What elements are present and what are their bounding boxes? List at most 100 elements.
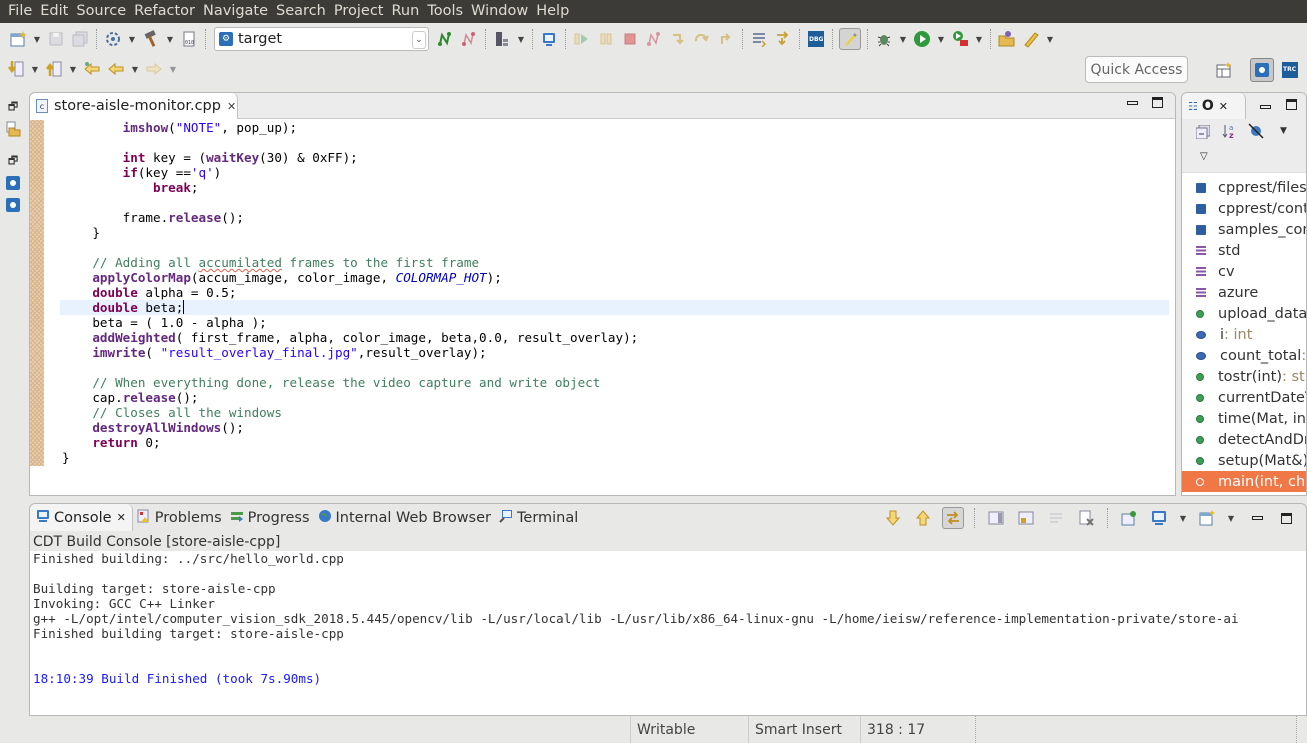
filter-dropdown-icon[interactable]: ▽ (1200, 151, 1208, 162)
external-tools-icon[interactable] (950, 29, 970, 49)
close-icon[interactable]: ✕ (227, 100, 236, 113)
code-area[interactable]: imshow("NOTE", pop_up); int key = (waitK… (60, 120, 1169, 465)
menu-search[interactable]: Search (272, 0, 330, 23)
menu-source[interactable]: Source (72, 0, 130, 23)
build-config-dropdown-icon[interactable]: ▼ (127, 35, 137, 44)
pin-icon[interactable] (1118, 508, 1140, 528)
maximize-icon[interactable] (1281, 512, 1292, 524)
pin-console-icon[interactable] (1015, 508, 1037, 528)
minimize-icon[interactable] (1127, 101, 1138, 105)
debug-dropdown-icon[interactable]: ▼ (898, 35, 908, 44)
outline-item[interactable]: std (1182, 240, 1306, 261)
display-console-dropdown-icon[interactable]: ▼ (1178, 514, 1188, 523)
forward-dropdown-icon[interactable]: ▼ (168, 65, 178, 74)
clear-console-icon[interactable] (1075, 508, 1097, 528)
resume-icon[interactable] (572, 29, 592, 49)
close-icon[interactable]: ✕ (1219, 100, 1228, 113)
console-tab-problems[interactable]: Problems (133, 504, 226, 531)
monitor-icon[interactable] (539, 29, 559, 49)
next-message-icon[interactable] (882, 508, 904, 528)
console-output[interactable]: Finished building: ../src/hello_world.cp… (30, 551, 1306, 715)
last-edit-location-icon[interactable] (82, 59, 102, 79)
outline-item[interactable]: azure (1182, 282, 1306, 303)
launch-target-combo[interactable]: ⚙ target ⌄ (214, 27, 429, 51)
menu-run[interactable]: Run (388, 0, 424, 23)
maximize-icon[interactable] (1152, 97, 1163, 108)
minimize-icon[interactable] (1260, 105, 1271, 109)
disconnect-debug-icon[interactable] (644, 29, 664, 49)
step-filter-icon[interactable] (773, 29, 793, 49)
outline-item[interactable]: cv (1182, 261, 1306, 282)
outline-item[interactable]: cpprest/cont (1182, 198, 1306, 219)
new-dropdown-icon[interactable]: ▼ (32, 35, 42, 44)
cpp-view-icon[interactable] (0, 194, 26, 216)
project-explorer-icon[interactable] (0, 118, 26, 140)
menu-file[interactable]: File (4, 0, 36, 23)
scroll-lock-icon[interactable] (985, 508, 1007, 528)
console-tab-terminal[interactable]: Terminal (495, 504, 582, 531)
word-wrap-icon[interactable] (1045, 508, 1067, 528)
next-annotation-icon[interactable] (6, 59, 26, 79)
hide-fields-icon[interactable] (1248, 123, 1264, 142)
sort-alphabetically-icon[interactable]: az (1222, 123, 1238, 142)
outline-item[interactable]: setup(Mat&) (1182, 450, 1306, 471)
hierarchy-dropdown-icon[interactable]: ▼ (516, 35, 526, 44)
outline-item[interactable]: cpprest/files (1182, 177, 1306, 198)
close-icon[interactable]: ✕ (117, 511, 126, 524)
pen-icon[interactable] (1021, 29, 1041, 49)
build-hammer-icon[interactable] (141, 29, 161, 49)
build-dropdown-icon[interactable]: ▼ (165, 35, 175, 44)
debug-bug-icon[interactable] (874, 29, 894, 49)
menu-tools[interactable]: Tools (423, 0, 467, 23)
menu-project[interactable]: Project (330, 0, 388, 23)
cpp-view-icon[interactable] (0, 172, 26, 194)
view-menu-icon[interactable]: ▼ (1280, 126, 1287, 136)
open-folder-icon[interactable] (997, 29, 1017, 49)
save-icon[interactable] (46, 29, 66, 49)
new-console-dropdown-icon[interactable]: ▼ (1226, 514, 1236, 523)
previous-annotation-dropdown-icon[interactable]: ▼ (68, 65, 78, 74)
restore-icon[interactable]: 🗗 (0, 96, 26, 118)
terminate-icon[interactable] (620, 29, 640, 49)
quick-access-input[interactable]: Quick Access (1085, 56, 1188, 83)
menu-edit[interactable]: Edit (36, 0, 72, 23)
suspend-icon[interactable] (596, 29, 616, 49)
trace-perspective-icon[interactable]: TRC (1280, 60, 1300, 80)
editor-tab-file[interactable]: c store-aisle-monitor.cpp ✕ (30, 93, 238, 119)
display-console-icon[interactable] (1148, 508, 1170, 528)
outline-item[interactable]: upload_data( (1182, 303, 1306, 324)
step-into-icon[interactable] (668, 29, 688, 49)
menu-refactor[interactable]: Refactor (130, 0, 199, 23)
binary-file-icon[interactable]: 010 (179, 29, 199, 49)
console-tab-internal-web-browser[interactable]: Internal Web Browser (314, 504, 495, 531)
outline-item[interactable]: count_total : (1182, 345, 1306, 366)
outline-tab[interactable]: ☷ O ✕ (1182, 93, 1246, 119)
outline-item[interactable]: i : int (1182, 324, 1306, 345)
previous-annotation-icon[interactable] (44, 59, 64, 79)
menu-window[interactable]: Window (467, 0, 532, 23)
highlight-brush-icon[interactable] (839, 28, 861, 50)
back-dropdown-icon[interactable]: ▼ (130, 65, 140, 74)
external-tools-dropdown-icon[interactable]: ▼ (974, 35, 984, 44)
launch-green-icon[interactable] (435, 29, 455, 49)
pen-dropdown-icon[interactable]: ▼ (1045, 35, 1055, 44)
save-all-icon[interactable] (70, 29, 90, 49)
link-console-icon[interactable] (942, 507, 964, 529)
restore-icon[interactable]: 🗗 (0, 150, 26, 172)
previous-message-icon[interactable] (912, 508, 934, 528)
run-dropdown-icon[interactable]: ▼ (936, 35, 946, 44)
outline-item[interactable]: tostr(int) : str (1182, 366, 1306, 387)
new-icon[interactable] (8, 29, 28, 49)
cpp-perspective-icon[interactable] (1250, 58, 1274, 82)
console-tab-progress[interactable]: Progress (226, 504, 314, 531)
outline-item[interactable]: detectAndDr (1182, 429, 1306, 450)
menu-navigate[interactable]: Navigate (199, 0, 272, 23)
step-over-icon[interactable] (692, 29, 712, 49)
outline-item[interactable]: time(Mat, int (1182, 408, 1306, 429)
next-annotation-dropdown-icon[interactable]: ▼ (30, 65, 40, 74)
build-config-icon[interactable] (103, 29, 123, 49)
outline-item[interactable]: main(int, cha (1182, 471, 1306, 492)
menu-help[interactable]: Help (532, 0, 573, 23)
outline-item[interactable]: samples_com (1182, 219, 1306, 240)
hierarchy-icon[interactable] (492, 29, 512, 49)
